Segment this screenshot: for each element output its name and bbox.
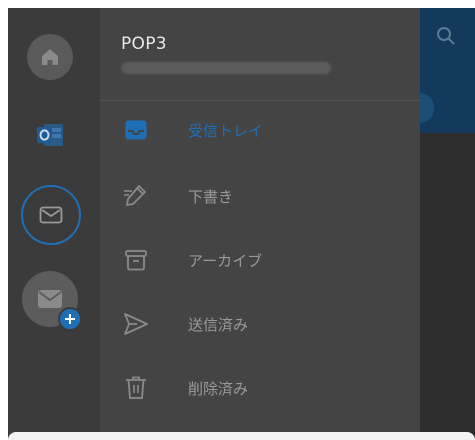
app-screen: POP3 受信トレイ 下書き アーカイブ 送信済み 削除済み bbox=[8, 8, 475, 440]
account-header[interactable]: POP3 bbox=[121, 34, 331, 74]
folder-label: 下書き bbox=[188, 187, 234, 206]
folder-deleted[interactable]: 削除済み bbox=[100, 366, 420, 410]
divider bbox=[100, 100, 420, 101]
folder-archive[interactable]: アーカイブ bbox=[100, 238, 420, 282]
account-name: POP3 bbox=[121, 34, 167, 54]
home-icon bbox=[42, 49, 58, 65]
pencil-icon bbox=[122, 182, 150, 210]
send-icon bbox=[122, 310, 150, 338]
background-mail-view bbox=[420, 8, 475, 440]
background-filter-pill bbox=[420, 93, 434, 123]
mail-icon bbox=[39, 206, 63, 224]
outlook-icon bbox=[37, 124, 63, 146]
folder-sent[interactable]: 送信済み bbox=[100, 302, 420, 346]
trash-icon bbox=[122, 374, 150, 402]
folder-label: 削除済み bbox=[188, 379, 249, 398]
inbox-icon bbox=[122, 116, 150, 144]
account-email-redacted bbox=[121, 62, 331, 74]
bottom-sheet-edge bbox=[8, 432, 475, 440]
archive-icon bbox=[122, 246, 150, 274]
add-account-button[interactable] bbox=[22, 271, 82, 331]
mail-icon bbox=[38, 290, 62, 308]
folder-label: 送信済み bbox=[188, 315, 249, 334]
folder-inbox[interactable]: 受信トレイ bbox=[100, 108, 420, 152]
account-rail bbox=[8, 8, 100, 440]
background-header bbox=[420, 8, 475, 133]
folder-drawer: POP3 受信トレイ 下書き アーカイブ 送信済み 削除済み bbox=[100, 8, 420, 440]
folder-label: アーカイブ bbox=[188, 251, 263, 270]
outlook-account-button[interactable] bbox=[31, 116, 69, 154]
search-icon[interactable] bbox=[436, 26, 456, 46]
add-account-icon bbox=[58, 307, 82, 331]
home-button[interactable] bbox=[27, 34, 73, 80]
folder-label: 受信トレイ bbox=[188, 121, 264, 140]
folder-drafts[interactable]: 下書き bbox=[100, 174, 420, 218]
mail-account-button[interactable] bbox=[21, 185, 81, 245]
